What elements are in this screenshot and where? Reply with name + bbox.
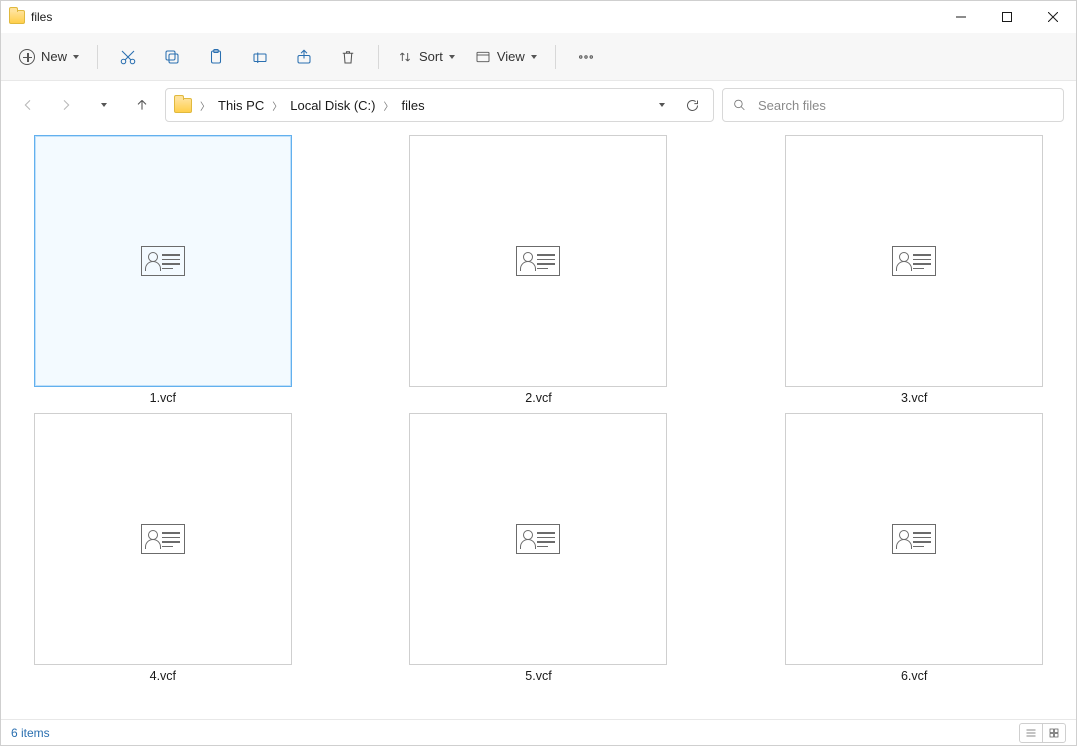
folder-icon xyxy=(9,10,25,24)
sort-button-label: Sort xyxy=(419,49,443,64)
up-button[interactable] xyxy=(127,90,157,120)
delete-button[interactable] xyxy=(328,39,368,75)
file-thumbnail xyxy=(785,135,1043,387)
item-count: 6 items xyxy=(11,726,50,740)
view-button[interactable]: View xyxy=(467,39,545,75)
file-thumbnail xyxy=(409,413,667,665)
view-button-label: View xyxy=(497,49,525,64)
nav-row: 〉 This PC 〉 Local Disk (C:) 〉 files xyxy=(1,81,1076,129)
paste-button[interactable] xyxy=(196,39,236,75)
maximize-button[interactable] xyxy=(984,1,1030,33)
file-item[interactable]: 4.vcf xyxy=(15,413,311,691)
chevron-down-icon xyxy=(449,55,455,59)
contact-card-icon xyxy=(516,524,560,554)
file-name: 1.vcf xyxy=(150,391,176,405)
contact-card-icon xyxy=(141,524,185,554)
file-item[interactable]: 3.vcf xyxy=(766,135,1062,413)
view-switch xyxy=(1019,723,1066,743)
address-bar[interactable]: 〉 This PC 〉 Local Disk (C:) 〉 files xyxy=(165,88,714,122)
chevron-right-icon: 〉 xyxy=(381,98,395,113)
file-grid[interactable]: 1.vcf 2.vcf 3.vcf 4.vcf 5.vcf 6.vcf xyxy=(1,129,1076,719)
new-button[interactable]: New xyxy=(11,39,87,75)
explorer-window: files New xyxy=(0,0,1077,746)
file-name: 3.vcf xyxy=(901,391,927,405)
file-thumbnail xyxy=(34,135,292,387)
window-controls xyxy=(938,1,1076,33)
folder-icon xyxy=(174,98,192,113)
forward-button[interactable] xyxy=(51,90,81,120)
toolbar: New xyxy=(1,33,1076,81)
file-item[interactable]: 6.vcf xyxy=(766,413,1062,691)
file-item[interactable]: 5.vcf xyxy=(391,413,687,691)
chevron-down-icon xyxy=(101,103,107,107)
contact-card-icon xyxy=(141,246,185,276)
chevron-down-icon xyxy=(531,55,537,59)
breadcrumb-item[interactable]: files xyxy=(401,98,424,113)
copy-button[interactable] xyxy=(152,39,192,75)
chevron-right-icon: 〉 xyxy=(270,98,284,113)
contact-card-icon xyxy=(892,524,936,554)
search-box[interactable] xyxy=(722,88,1064,122)
search-icon xyxy=(733,98,746,112)
window-title: files xyxy=(31,10,52,24)
cut-button[interactable] xyxy=(108,39,148,75)
search-input[interactable] xyxy=(756,97,1053,114)
share-button[interactable] xyxy=(284,39,324,75)
thumbnails-view-button[interactable] xyxy=(1042,723,1066,743)
status-bar: 6 items xyxy=(1,719,1076,745)
file-thumbnail xyxy=(785,413,1043,665)
refresh-button[interactable] xyxy=(677,98,707,113)
title-bar: files xyxy=(1,1,1076,33)
file-item[interactable]: 1.vcf xyxy=(15,135,311,413)
rename-button[interactable] xyxy=(240,39,280,75)
file-thumbnail xyxy=(34,413,292,665)
file-thumbnail xyxy=(409,135,667,387)
file-name: 6.vcf xyxy=(901,669,927,683)
sort-button[interactable]: Sort xyxy=(389,39,463,75)
contact-card-icon xyxy=(516,246,560,276)
new-button-label: New xyxy=(41,49,67,64)
chevron-right-icon: 〉 xyxy=(198,98,212,113)
minimize-button[interactable] xyxy=(938,1,984,33)
breadcrumb-item[interactable]: This PC xyxy=(218,98,264,113)
plus-icon xyxy=(19,49,35,65)
file-name: 5.vcf xyxy=(525,669,551,683)
recent-locations-button[interactable] xyxy=(89,90,119,120)
address-dropdown[interactable] xyxy=(647,103,677,107)
toolbar-separator xyxy=(378,45,379,69)
file-item[interactable]: 2.vcf xyxy=(391,135,687,413)
chevron-down-icon xyxy=(73,55,79,59)
chevron-down-icon xyxy=(659,103,665,107)
breadcrumb: 〉 This PC 〉 Local Disk (C:) 〉 files xyxy=(198,98,425,113)
details-view-button[interactable] xyxy=(1019,723,1043,743)
file-name: 4.vcf xyxy=(150,669,176,683)
file-name: 2.vcf xyxy=(525,391,551,405)
contact-card-icon xyxy=(892,246,936,276)
toolbar-separator xyxy=(97,45,98,69)
back-button[interactable] xyxy=(13,90,43,120)
close-button[interactable] xyxy=(1030,1,1076,33)
breadcrumb-item[interactable]: Local Disk (C:) xyxy=(290,98,375,113)
more-button[interactable] xyxy=(566,39,606,75)
toolbar-separator xyxy=(555,45,556,69)
